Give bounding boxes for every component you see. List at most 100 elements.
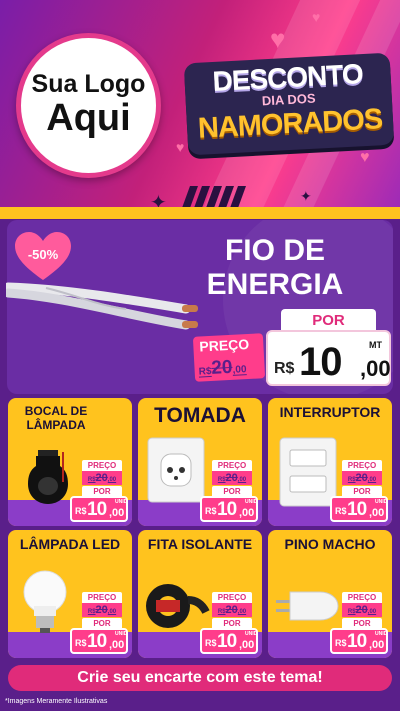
old-price-currency: R$ (347, 477, 356, 483)
old-price-label: PREÇO (82, 460, 122, 471)
header-banner: ♥ ♥ ♥ ♥ ♥ Sua Logo Aqui DESCONTO DIA DOS… (0, 0, 400, 215)
product-title: FITA ISOLANTE (147, 536, 253, 552)
old-price-label: PREÇO (342, 592, 382, 603)
heart-icon: ♥ (176, 139, 185, 155)
price-cents: ,00 (239, 639, 255, 651)
price-integer: 10 (217, 499, 237, 520)
price-integer: 10 (347, 631, 367, 652)
logo-text-line2: Aqui (46, 97, 131, 140)
price-currency: R$ (335, 638, 347, 648)
old-price-cents: ,00 (237, 609, 247, 615)
price-integer: 10 (87, 631, 107, 652)
old-price-currency: R$ (347, 609, 356, 615)
old-price-integer: 20 (225, 472, 238, 484)
new-price-box: R$ 10,00 UNID (70, 628, 128, 654)
featured-new-price-box: R$ 10 ,00 MT (266, 330, 391, 386)
product-card[interactable]: FITA ISOLANTE PREÇO R$20,00 POR R$ 10,00 UNID (138, 530, 262, 658)
price-currency: R$ (205, 638, 217, 648)
plug-pin-image (276, 582, 340, 635)
old-price-integer: 20 (355, 472, 368, 484)
product-card[interactable]: TOMADA PREÇO R$20,00 POR R$ 10,00 UNID (138, 398, 262, 526)
old-price-cents: ,00 (367, 477, 377, 483)
light-switch-image (278, 436, 338, 513)
old-price-integer: 20 (95, 472, 108, 484)
product-title: BOCAL DE LÂMPADA (24, 404, 88, 432)
energy-cable-image (6, 282, 198, 330)
product-card[interactable]: LÂMPADA LED PREÇO R$20,00 POR R$ 10,00 UNID (8, 530, 132, 658)
old-price-value: R$20,00 (212, 603, 252, 617)
price-unit: UNID (245, 631, 258, 637)
led-bulb-image (20, 570, 70, 641)
product-title: PINO MACHO (284, 536, 376, 552)
price-cents: ,00 (369, 507, 385, 519)
price-integer: 10 (87, 499, 107, 520)
product-title: INTERRUPTOR (279, 404, 381, 420)
price-cents: ,00 (239, 507, 255, 519)
product-card[interactable]: PINO MACHO PREÇO R$20,00 POR R$ 10,00 UNID (268, 530, 392, 658)
price-unit: UNID (115, 631, 128, 637)
cta-banner[interactable]: Crie seu encarte com este tema! (8, 665, 392, 691)
heart-icon: ♥ (360, 149, 370, 166)
old-price-label: PREÇO (342, 460, 382, 471)
logo-placeholder: Sua Logo Aqui (16, 33, 161, 178)
new-price-box: R$ 10,00 UNID (200, 496, 258, 522)
featured-price-unit: MT (369, 340, 382, 350)
old-price-value: R$20,00 (82, 471, 122, 485)
old-price-integer: 20 (355, 604, 368, 616)
old-price-label: PREÇO (212, 592, 252, 603)
price-integer: 10 (217, 631, 237, 652)
product-card[interactable]: INTERRUPTOR PREÇO R$20,00 POR R$ 10,00 UNID (268, 398, 392, 526)
old-price-currency: R$ (217, 609, 226, 615)
old-price-cents: ,00 (237, 477, 247, 483)
old-price-cents: ,00 (107, 609, 117, 615)
power-outlet-image (146, 436, 206, 509)
price-cents: ,00 (109, 639, 125, 651)
product-title: TOMADA (154, 404, 246, 427)
price-unit: UNID (245, 499, 258, 505)
price-currency: R$ (75, 506, 87, 516)
old-price-value: R$20,00 (342, 471, 382, 485)
old-price-cents: ,00 (367, 609, 377, 615)
old-price-value: R$20,00 (342, 603, 382, 617)
old-price-label: PREÇO (82, 592, 122, 603)
price-integer: 10 (347, 499, 367, 520)
price-currency: R$ (335, 506, 347, 516)
featured-currency: R$ (274, 360, 295, 377)
old-price-label: PREÇO (212, 460, 252, 471)
price-unit: UNID (375, 499, 388, 505)
old-price-value: R$20,00 (82, 603, 122, 617)
header-divider-band (0, 207, 400, 219)
price-currency: R$ (205, 506, 217, 516)
old-price-cents: ,00 (107, 477, 117, 483)
heart-icon: ♥ (270, 24, 286, 54)
new-price-box: R$ 10,00 UNID (330, 628, 388, 654)
new-price-box: R$ 10,00 UNID (70, 496, 128, 522)
old-price-currency: R$ (217, 477, 226, 483)
featured-old-price-value: R$20,00 (198, 356, 247, 379)
discount-badge-label: -50% (27, 247, 59, 262)
price-unit: UNID (375, 631, 388, 637)
old-price-currency: R$ (87, 609, 96, 615)
disclaimer-text: *Imagens Meramente Ilustrativas (5, 698, 108, 705)
sparkle-icon: ✦ (300, 188, 312, 204)
old-price-currency: R$ (87, 477, 96, 483)
heart-icon: ♥ (312, 9, 321, 25)
logo-text-line1: Sua Logo (31, 69, 146, 98)
featured-price-cents: ,00 (360, 356, 391, 381)
price-cents: ,00 (109, 507, 125, 519)
price-cents: ,00 (369, 639, 385, 651)
price-unit: UNID (115, 499, 128, 505)
featured-new-price-label: POR (281, 309, 376, 332)
featured-title-line1: FIO DE (224, 234, 325, 267)
product-card[interactable]: BOCAL DE LÂMPADA PREÇO R$20,00 POR R$ 10,00 UN… (8, 398, 132, 526)
featured-old-price-label: PREÇO (198, 335, 250, 355)
new-price-box: R$ 10,00 UNID (200, 628, 258, 654)
product-title: LÂMPADA LED (19, 536, 121, 552)
featured-old-price-box: PREÇO R$20,00 (192, 333, 266, 382)
old-price-integer: 20 (95, 604, 108, 616)
promo-title-badge: DESCONTO DIA DOS NAMORADOS (183, 52, 395, 156)
featured-price-integer: 10 (299, 340, 342, 384)
new-price-box: R$ 10,00 UNID (330, 496, 388, 522)
old-price-integer: 20 (225, 604, 238, 616)
old-price-value: R$20,00 (212, 471, 252, 485)
